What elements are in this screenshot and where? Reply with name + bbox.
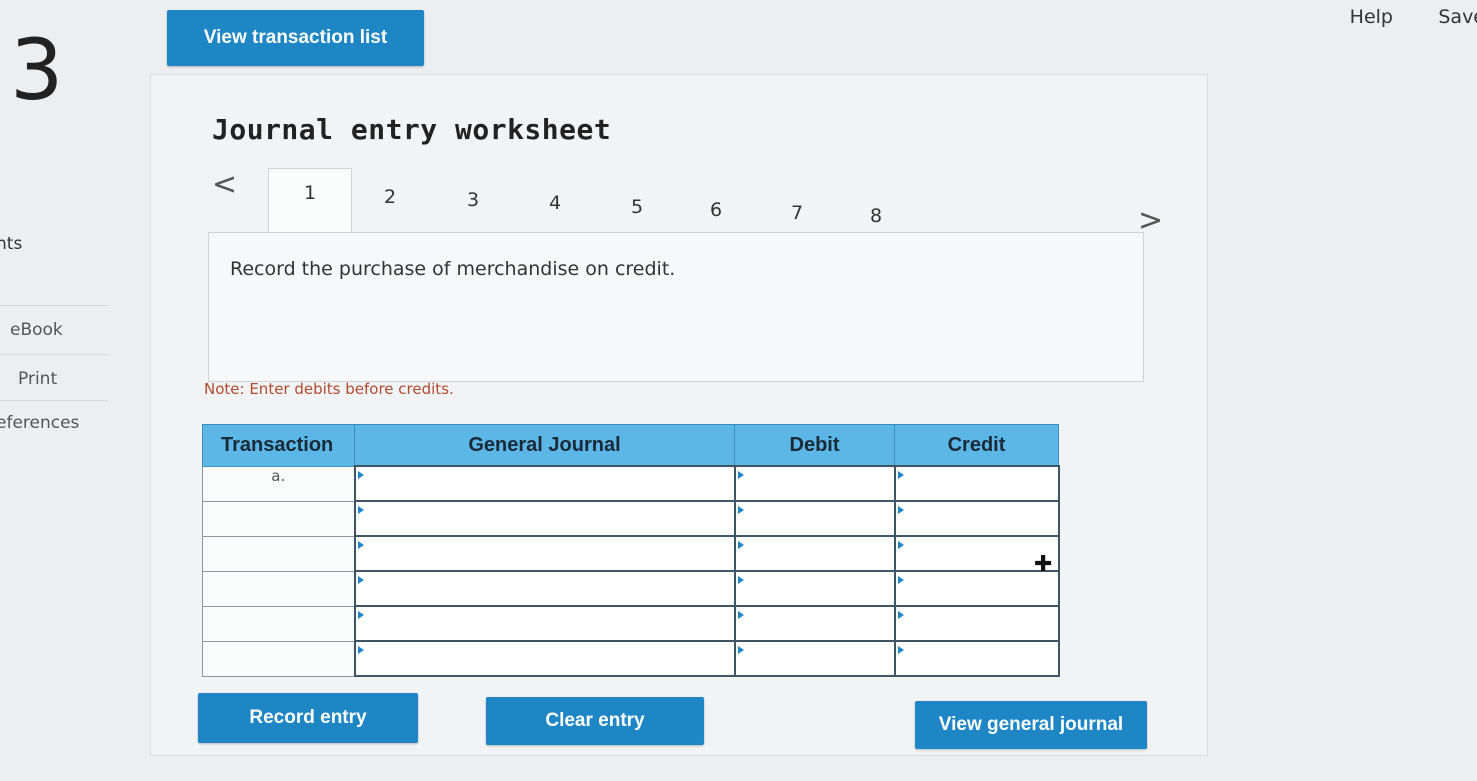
debit-input[interactable] xyxy=(733,605,896,642)
table-row xyxy=(202,605,1060,642)
journal-table: Transaction General Journal Debit Credit… xyxy=(202,424,1060,677)
tab-7[interactable]: 7 xyxy=(779,202,815,224)
save-link[interactable]: Save xyxy=(1438,6,1477,28)
account-select[interactable] xyxy=(353,535,736,572)
record-entry-button[interactable]: Record entry xyxy=(198,693,418,743)
print-link[interactable]: Print xyxy=(18,369,57,389)
account-select[interactable] xyxy=(353,500,736,537)
table-row: a. xyxy=(202,465,1060,502)
rail-divider xyxy=(0,400,108,401)
credit-input[interactable] xyxy=(893,605,1060,642)
chevron-left-icon[interactable]: < xyxy=(212,170,237,200)
transaction-cell xyxy=(202,570,355,607)
rail-divider xyxy=(0,305,108,306)
tab-3[interactable]: 3 xyxy=(455,189,491,211)
debit-input[interactable] xyxy=(733,640,896,677)
crosshair-cursor-icon: ✚ xyxy=(1034,552,1053,577)
transaction-cell xyxy=(202,640,355,677)
view-transaction-list-button[interactable]: View transaction list xyxy=(167,10,424,66)
tab-5[interactable]: 5 xyxy=(619,196,655,218)
view-general-journal-button[interactable]: View general journal xyxy=(915,701,1147,749)
help-link[interactable]: Help xyxy=(1350,6,1393,28)
credit-input[interactable] xyxy=(893,500,1060,537)
references-link[interactable]: eferences xyxy=(0,413,79,433)
description-box xyxy=(208,232,1144,382)
transaction-description: Record the purchase of merchandise on cr… xyxy=(230,258,676,280)
col-credit: Credit xyxy=(894,424,1059,467)
points-label: nts xyxy=(0,234,23,254)
journal-header-row: Transaction General Journal Debit Credit xyxy=(202,424,1059,467)
table-row xyxy=(202,640,1060,677)
transaction-cell xyxy=(202,605,355,642)
table-row xyxy=(202,500,1060,537)
col-debit: Debit xyxy=(734,424,895,467)
col-transaction: Transaction xyxy=(202,424,355,467)
debit-input[interactable] xyxy=(733,500,896,537)
credit-input[interactable] xyxy=(893,465,1060,502)
ebook-link[interactable]: eBook xyxy=(10,320,63,340)
table-row xyxy=(202,535,1060,572)
col-general-journal: General Journal xyxy=(354,424,735,467)
clear-entry-button[interactable]: Clear entry xyxy=(486,697,704,745)
transaction-cell: a. xyxy=(202,465,355,502)
tab-1[interactable]: 1 xyxy=(268,168,352,233)
tab-2[interactable]: 2 xyxy=(372,186,408,208)
tab-6[interactable]: 6 xyxy=(698,199,734,221)
table-row xyxy=(202,570,1060,607)
account-select[interactable] xyxy=(353,640,736,677)
credit-input[interactable] xyxy=(893,640,1060,677)
worksheet-title: Journal entry worksheet xyxy=(212,113,612,146)
tab-4[interactable]: 4 xyxy=(537,192,573,214)
account-select[interactable] xyxy=(353,465,736,502)
debit-input[interactable] xyxy=(733,465,896,502)
debit-input[interactable] xyxy=(733,535,896,572)
rail-divider xyxy=(0,354,108,355)
account-select[interactable] xyxy=(353,570,736,607)
question-number: 3 xyxy=(10,21,64,119)
tab-8[interactable]: 8 xyxy=(858,205,894,227)
transaction-cell xyxy=(202,535,355,572)
entry-note: Note: Enter debits before credits. xyxy=(204,380,454,398)
account-select[interactable] xyxy=(353,605,736,642)
transaction-cell xyxy=(202,500,355,537)
debit-input[interactable] xyxy=(733,570,896,607)
